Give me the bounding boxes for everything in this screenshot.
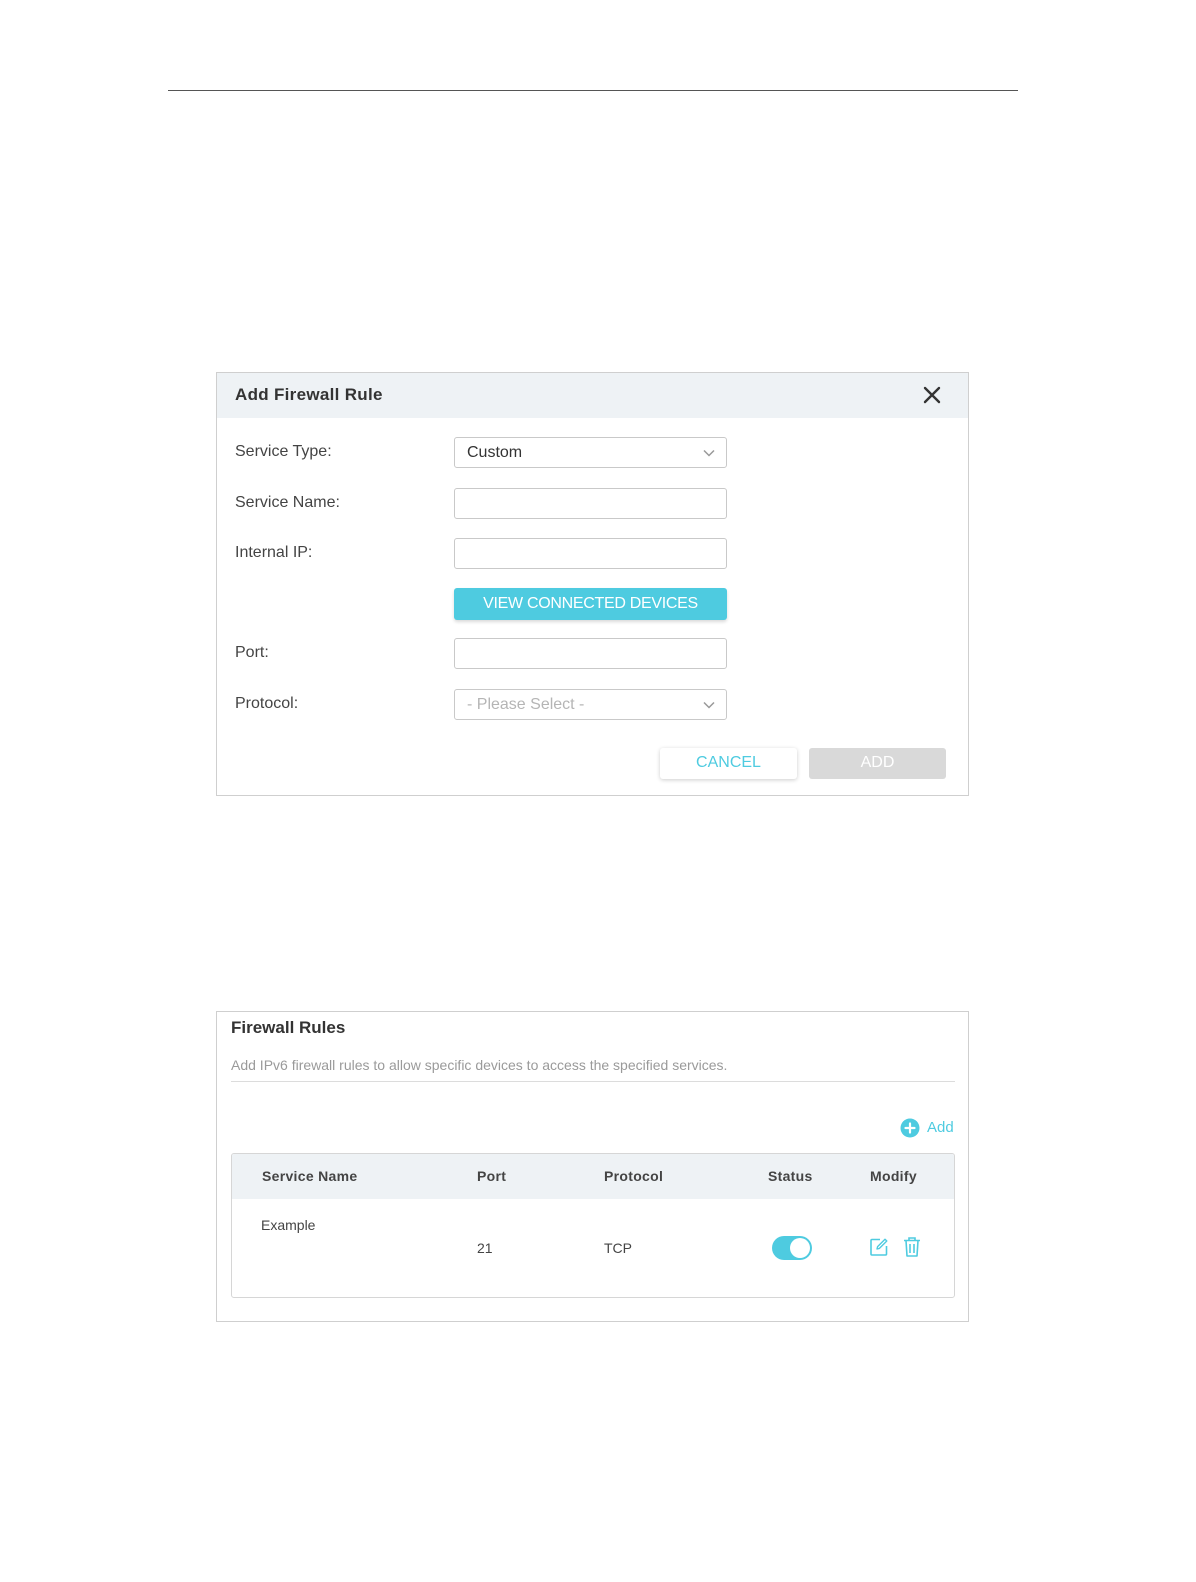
column-header-service-name: Service Name [262,1168,358,1184]
panel-title: Firewall Rules [231,1018,346,1037]
cell-protocol: TCP [604,1240,632,1256]
protocol-select[interactable]: - Please Select - [454,689,727,720]
column-header-modify: Modify [870,1168,917,1184]
edit-icon[interactable] [869,1237,889,1257]
port-label: Port: [235,644,269,661]
protocol-placeholder: - Please Select - [467,696,585,713]
table-header: Service Name Port Protocol Status Modify [232,1154,954,1199]
service-type-value: Custom [467,444,523,461]
status-toggle[interactable] [772,1236,812,1260]
service-type-select[interactable]: Custom [454,437,727,468]
chevron-down-icon [703,449,715,457]
dialog-header: Add Firewall Rule [217,373,968,418]
internal-ip-row: Internal IP: [217,538,968,570]
service-type-label: Service Type: [235,443,332,460]
toggle-knob [790,1238,810,1258]
column-header-status: Status [768,1168,813,1184]
port-row: Port: [217,638,968,670]
protocol-row: Protocol: - Please Select - [217,689,968,721]
internal-ip-label: Internal IP: [235,544,313,561]
port-input[interactable] [454,638,727,669]
service-name-label: Service Name: [235,494,340,511]
cancel-button[interactable]: CANCEL [660,748,797,779]
add-button[interactable]: ADD [809,748,946,779]
chevron-down-icon [703,701,715,709]
cell-port: 21 [477,1240,493,1256]
firewall-rules-panel: Firewall Rules Add IPv6 firewall rules t… [216,1011,969,1322]
protocol-label: Protocol: [235,695,299,712]
column-header-port: Port [477,1168,507,1184]
service-name-row: Service Name: [217,488,968,520]
page-top-rule [168,90,1018,91]
divider [231,1081,955,1082]
internal-ip-input[interactable] [454,538,727,569]
panel-description: Add IPv6 firewall rules to allow specifi… [231,1057,728,1073]
plus-circle-icon [900,1118,920,1138]
trash-icon[interactable] [902,1236,922,1258]
column-header-protocol: Protocol [604,1168,664,1184]
view-connected-devices-button[interactable]: VIEW CONNECTED DEVICES [454,588,727,620]
dialog-title: Add Firewall Rule [235,385,383,404]
service-name-input[interactable] [454,488,727,519]
add-firewall-rule-dialog: Add Firewall Rule Service Type: Custom S… [216,372,969,796]
close-icon[interactable] [920,383,944,407]
rules-table: Service Name Port Protocol Status Modify… [231,1153,955,1298]
service-type-row: Service Type: Custom [217,437,968,469]
cell-service-name: Example [261,1217,316,1233]
add-rule-label: Add [927,1119,954,1136]
view-devices-row: VIEW CONNECTED DEVICES [217,588,968,620]
